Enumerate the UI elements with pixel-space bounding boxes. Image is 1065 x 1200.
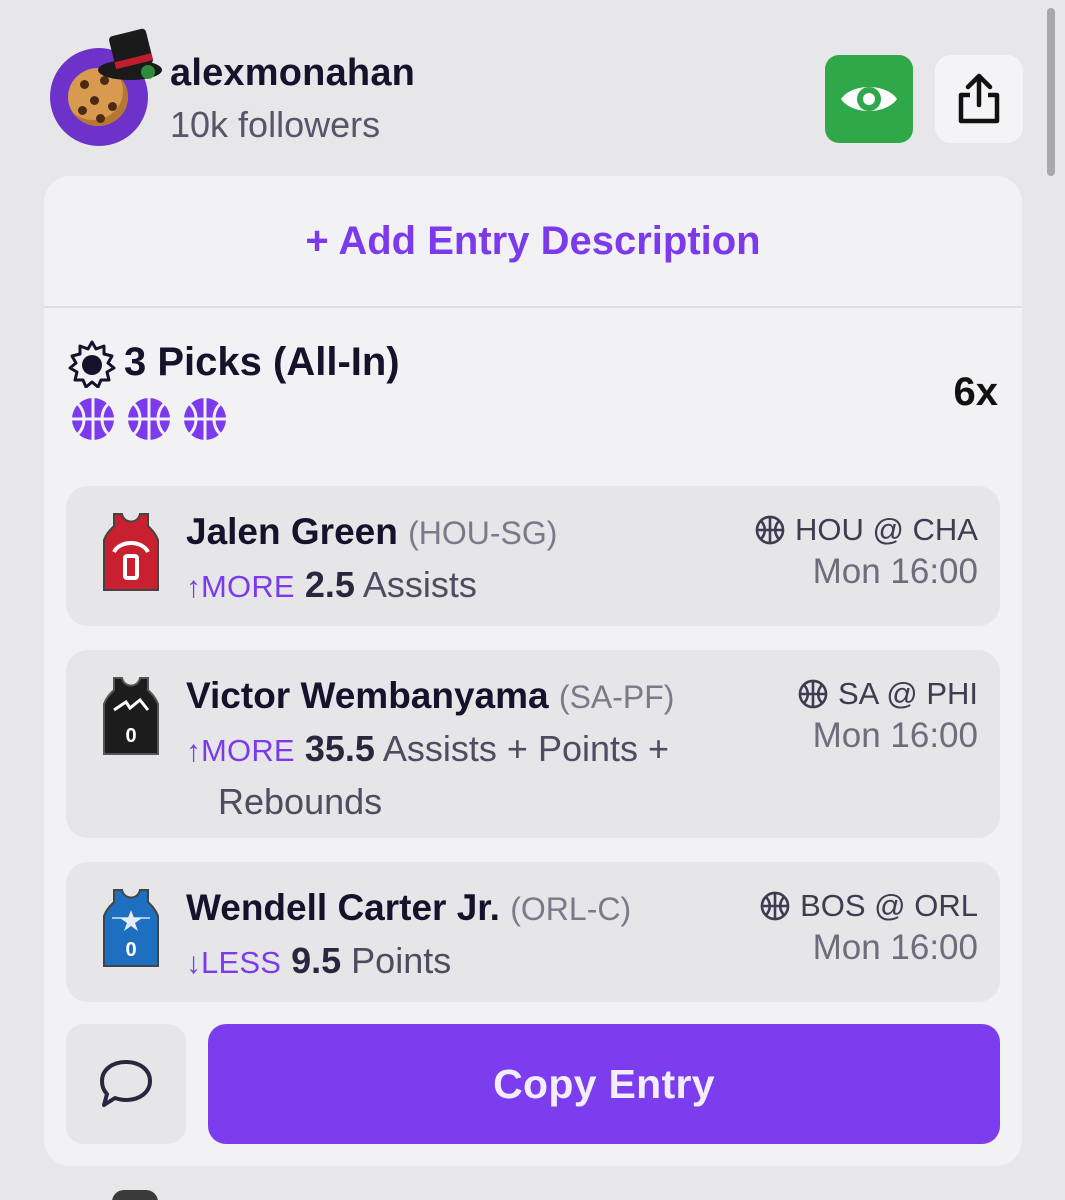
pick-direction: MORE — [201, 733, 295, 768]
basketball-icon — [128, 398, 170, 440]
entry-header: 3 Picks (All-In) 6x — [68, 336, 999, 440]
sun-badge-icon — [68, 340, 116, 388]
stat-type: Assists + Points + — [382, 728, 670, 769]
matchup: BOS @ ORL — [760, 886, 978, 926]
entry-card: + Add Entry Description 3 Picks (All-In)… — [44, 176, 1022, 1166]
jersey-icon: 0 — [103, 677, 159, 755]
add-description-link[interactable]: + Add Entry Description — [305, 219, 760, 264]
pick-card[interactable]: 0 Victor Wembanyama (SA-PF) ↑MORE 35.5 A… — [66, 650, 1000, 838]
game-time: Mon 16:00 — [812, 716, 978, 755]
game-time: Mon 16:00 — [812, 928, 978, 967]
basketball-icon — [798, 679, 828, 709]
player-name: Jalen Green — [186, 511, 398, 552]
watch-button[interactable] — [825, 55, 913, 143]
matchup: HOU @ CHA — [755, 510, 978, 550]
pick-card[interactable]: 0 Wendell Carter Jr. (ORL-C) ↓LESS 9.5 P… — [66, 862, 1000, 1002]
player-line: Jalen Green (HOU-SG) — [186, 510, 557, 555]
svg-text:0: 0 — [125, 939, 136, 961]
eye-icon — [841, 87, 897, 111]
line-value: 35.5 — [304, 728, 375, 769]
game-time: Mon 16:00 — [812, 552, 978, 591]
followers-count: 10k followers — [170, 104, 381, 145]
player-team-position: (ORL-C) — [510, 891, 632, 927]
arrow-up-icon: ↑ — [186, 735, 201, 768]
player-name: Victor Wembanyama — [186, 675, 549, 716]
player-team-position: (SA-PF) — [558, 679, 675, 715]
copy-entry-button[interactable]: Copy Entry — [208, 1024, 1000, 1144]
projection-line: ↑MORE 35.5 Assists + Points + Rebounds — [186, 724, 746, 827]
username[interactable]: alexmonahan — [170, 52, 415, 95]
basketball-icon — [184, 398, 226, 440]
stat-type: Points — [351, 940, 452, 981]
pick-card[interactable]: Jalen Green (HOU-SG) ↑MORE 2.5 Assists H… — [66, 486, 1000, 626]
profile-header: alexmonahan 10k followers — [48, 26, 1023, 156]
basketball-icon — [72, 398, 114, 440]
share-button[interactable] — [935, 55, 1023, 143]
line-value: 2.5 — [304, 564, 355, 605]
jersey-icon: 0 — [103, 889, 159, 967]
player-line: Wendell Carter Jr. (ORL-C) — [186, 886, 631, 931]
player-line: Victor Wembanyama (SA-PF) — [186, 674, 674, 719]
sport-icons — [70, 396, 228, 442]
matchup: SA @ PHI — [798, 674, 978, 714]
scrollbar[interactable] — [1047, 8, 1055, 176]
comment-button[interactable] — [66, 1024, 186, 1144]
matchup-teams: BOS @ ORL — [800, 888, 978, 923]
pick-direction: LESS — [201, 945, 282, 980]
entry-title: 3 Picks (All-In) — [124, 340, 400, 384]
arrow-down-icon: ↓ — [186, 947, 201, 980]
top-hat-icon — [98, 28, 162, 80]
projection-line: ↑MORE 2.5 Assists — [186, 560, 726, 613]
arrow-up-icon: ↑ — [186, 571, 201, 604]
share-icon — [958, 73, 1000, 124]
comment-icon — [100, 1060, 152, 1107]
player-team-position: (HOU-SG) — [408, 515, 558, 551]
matchup-teams: HOU @ CHA — [794, 512, 978, 547]
jersey-icon — [103, 513, 159, 591]
matchup-teams: SA @ PHI — [837, 676, 978, 711]
svg-text:0: 0 — [125, 725, 136, 747]
stat-type: Assists — [362, 564, 477, 605]
line-value: 9.5 — [291, 940, 342, 981]
stat-type-continued: Rebounds — [218, 781, 383, 822]
pick-direction: MORE — [201, 569, 295, 604]
payout-multiplier: 6x — [953, 370, 999, 414]
projection-line: ↓LESS 9.5 Points — [186, 936, 726, 989]
description-row: + Add Entry Description — [44, 176, 1022, 308]
basketball-icon — [755, 515, 785, 545]
basketball-icon — [760, 891, 790, 921]
player-name: Wendell Carter Jr. — [186, 887, 500, 928]
next-avatar-peek — [112, 1190, 158, 1200]
